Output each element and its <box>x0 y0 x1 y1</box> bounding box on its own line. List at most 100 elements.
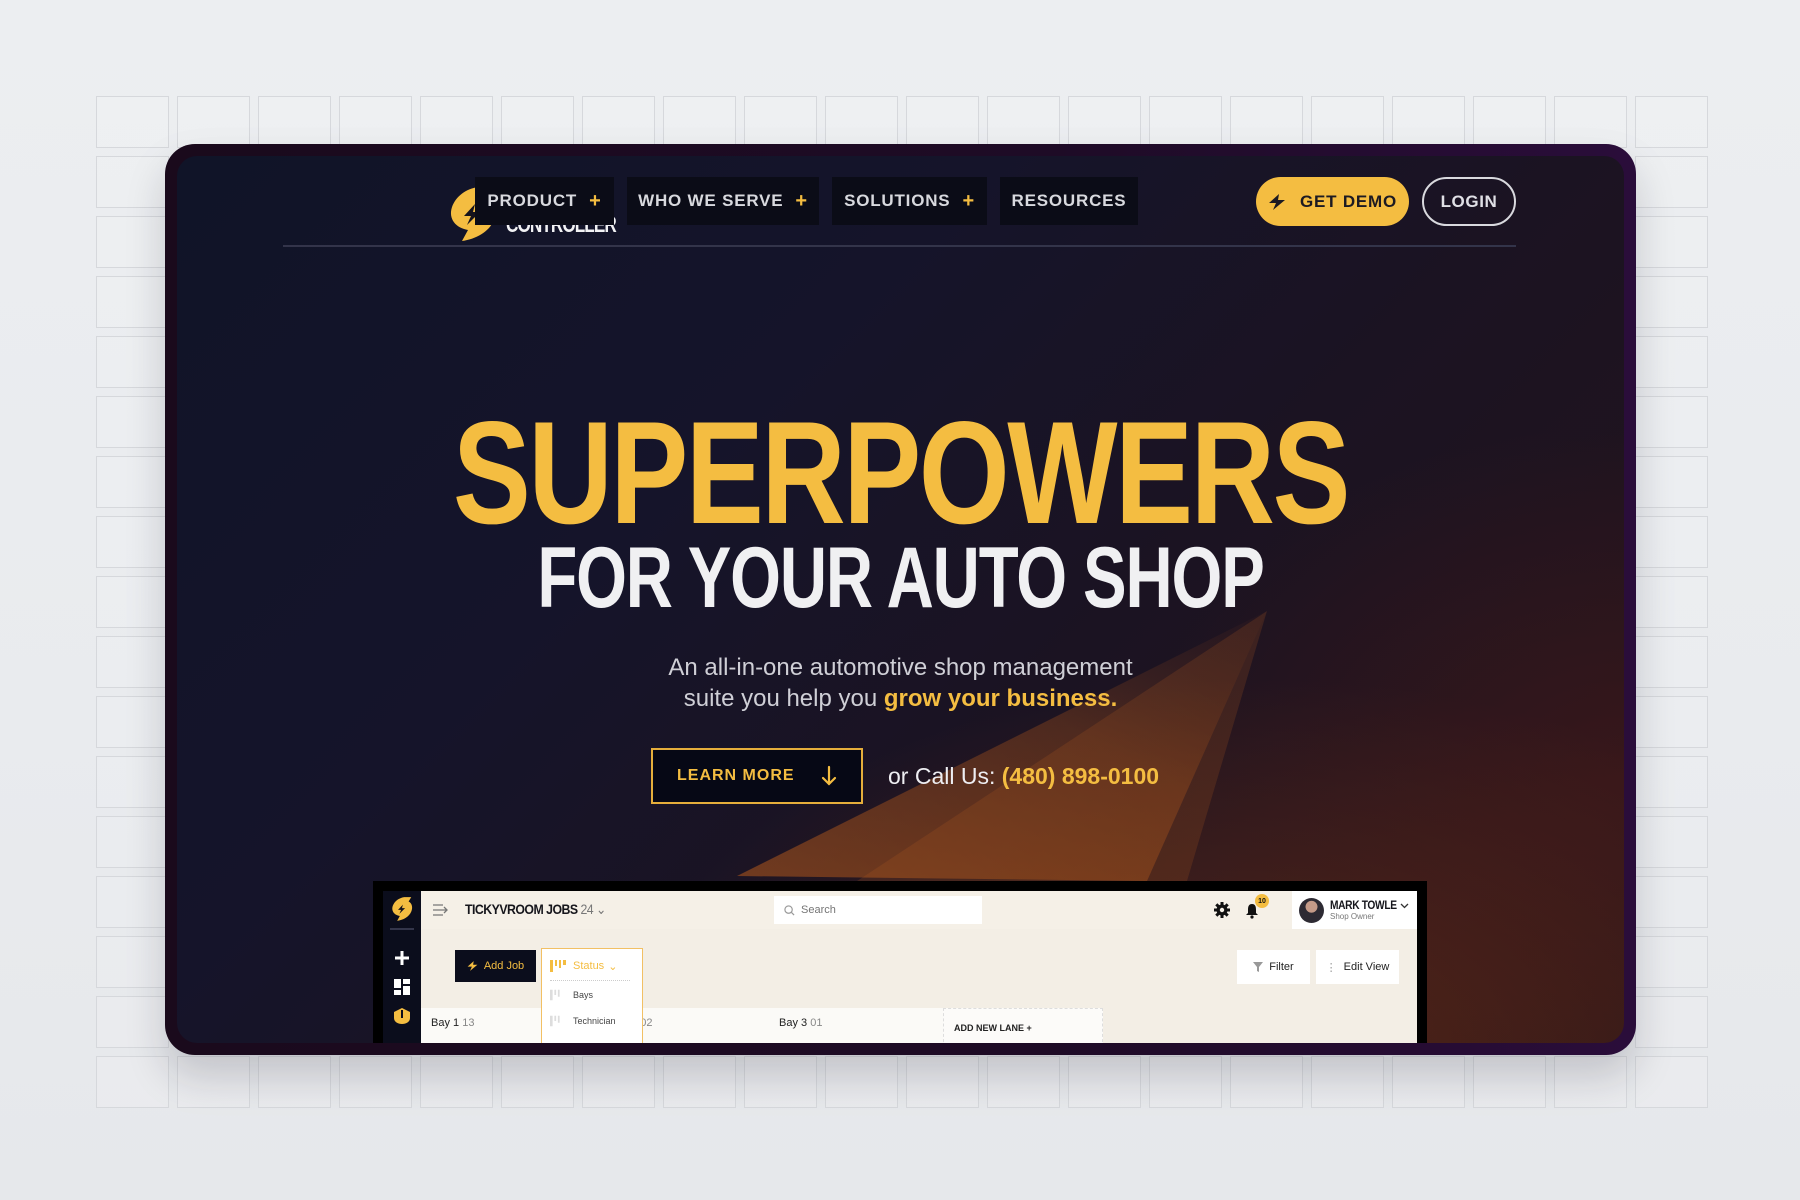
learn-more-label: LEARN MORE <box>677 767 795 784</box>
hero-description: An all-in-one automotive shop management… <box>177 652 1624 714</box>
status-label: Status <box>573 960 605 972</box>
login-button[interactable]: LOGIN <box>1422 177 1516 226</box>
filter-button[interactable]: Filter <box>1237 950 1310 984</box>
grid-cell <box>96 276 169 328</box>
grid-cell <box>906 96 979 148</box>
grid-cell <box>1554 96 1627 148</box>
learn-more-button[interactable]: LEARN MORE <box>651 748 863 804</box>
grid-cell <box>1473 1056 1546 1108</box>
grid-cell <box>1635 876 1708 928</box>
grid-cell <box>177 1056 250 1108</box>
grid-cell <box>1635 816 1708 868</box>
grid-cell <box>96 216 169 268</box>
sidebar-separator <box>390 928 414 930</box>
grid-cell <box>1635 756 1708 808</box>
grid-cell <box>825 96 898 148</box>
notification-badge: 10 <box>1255 894 1269 908</box>
plus-icon[interactable] <box>394 950 410 966</box>
get-demo-button[interactable]: GET DEMO <box>1256 177 1409 226</box>
nav-item-label: SOLUTIONS <box>844 191 951 210</box>
plus-icon: + <box>795 189 808 212</box>
grid-cell <box>420 96 493 148</box>
kanban-icon <box>550 989 560 1001</box>
shield-icon[interactable] <box>394 1008 410 1024</box>
hero-section: SHOP CONTROLLER PRODUCT + WHO WE SERVE +… <box>177 156 1624 1043</box>
grid-cell <box>1635 1056 1708 1108</box>
grid-cell <box>987 96 1060 148</box>
chevron-down-icon: ⌄ <box>596 901 606 917</box>
app-logo-icon <box>392 897 413 921</box>
edit-view-button[interactable]: ⋮ Edit View <box>1316 950 1399 984</box>
grid-cell <box>96 756 169 808</box>
grid-cell <box>1635 516 1708 568</box>
grid-cell <box>1635 636 1708 688</box>
grid-cell <box>1392 96 1465 148</box>
nav-divider <box>283 245 1516 247</box>
status-option-technician[interactable]: Technician <box>550 1015 616 1027</box>
grid-cell <box>1635 576 1708 628</box>
grid-cell <box>1149 1056 1222 1108</box>
avatar <box>1299 898 1324 923</box>
grid-cell <box>96 336 169 388</box>
grid-cell <box>1635 456 1708 508</box>
add-job-button[interactable]: Add Job <box>455 950 536 982</box>
dropdown-divider <box>550 980 630 981</box>
grid-cell <box>1554 1056 1627 1108</box>
plus-icon: + <box>589 189 602 212</box>
grid-cell <box>96 516 169 568</box>
lane-bay-3[interactable]: Bay 3 01 <box>769 1008 943 1043</box>
grid-cell <box>1392 1056 1465 1108</box>
status-dropdown-toggle[interactable]: Status ⌄ <box>550 956 617 976</box>
app-board-title[interactable]: TICKYVROOM JOBS 24 ⌄ <box>465 901 606 918</box>
user-name: MARK TOWLE <box>1330 898 1397 912</box>
nav-item-product[interactable]: PRODUCT + <box>475 177 614 225</box>
grid-cell <box>906 1056 979 1108</box>
menu-collapse-icon[interactable] <box>433 903 449 917</box>
arrow-down-icon <box>821 765 837 786</box>
app-window: TICKYVROOM JOBS 24 ⌄ Search 10 MARK TOWL… <box>383 891 1417 1043</box>
grid-cell <box>96 96 169 148</box>
user-menu[interactable]: MARK TOWLE Shop Owner <box>1292 891 1417 929</box>
plus-icon: + <box>962 189 975 212</box>
lane-name: Bay 3 <box>779 1017 808 1029</box>
grid-cell <box>1635 156 1708 208</box>
login-label: LOGIN <box>1440 191 1498 211</box>
hero-description-line2: suite you help you <box>683 685 884 712</box>
grid-cell <box>744 96 817 148</box>
phone-link[interactable]: (480) 898-0100 <box>1002 763 1159 789</box>
grid-cell <box>339 96 412 148</box>
grid-cell <box>1635 216 1708 268</box>
status-option-bays[interactable]: Bays <box>550 989 593 1001</box>
nav-item-solutions[interactable]: SOLUTIONS + <box>832 177 987 225</box>
grid-cell <box>1635 396 1708 448</box>
user-role: Shop Owner <box>1330 912 1375 921</box>
nav-item-who-we-serve[interactable]: WHO WE SERVE + <box>627 177 819 225</box>
grid-cell <box>1311 1056 1384 1108</box>
kanban-icon <box>550 1015 560 1027</box>
nav-item-label: RESOURCES <box>1011 191 1127 210</box>
app-sidebar <box>383 891 421 1043</box>
grid-cell <box>96 876 169 928</box>
grid-cell <box>96 636 169 688</box>
grid-cell <box>96 1056 169 1108</box>
add-new-lane-button[interactable]: ADD NEW LANE + <box>943 1008 1103 1043</box>
app-search[interactable] <box>774 896 982 924</box>
grid-cell <box>420 1056 493 1108</box>
board-title-text: TICKYVROOM JOBS <box>465 901 578 917</box>
status-dropdown[interactable]: Status ⌄ Bays Technician <box>541 948 643 1043</box>
hero-description-line1: An all-in-one automotive shop management <box>668 654 1133 681</box>
grid-cell <box>1068 96 1141 148</box>
grid-cell <box>96 396 169 448</box>
lightning-icon <box>467 961 478 971</box>
kanban-icon <box>550 960 566 972</box>
grid-cell <box>96 156 169 208</box>
search-input[interactable] <box>801 904 971 916</box>
nav-item-resources[interactable]: RESOURCES <box>1000 177 1138 225</box>
gear-icon[interactable] <box>1214 902 1230 918</box>
grid-cell <box>744 1056 817 1108</box>
grid-cell <box>96 696 169 748</box>
grid-cell <box>1635 336 1708 388</box>
hero-description-highlight: grow your business. <box>883 685 1118 712</box>
dashboard-icon[interactable] <box>394 979 410 995</box>
filter-label: Filter <box>1269 961 1294 973</box>
